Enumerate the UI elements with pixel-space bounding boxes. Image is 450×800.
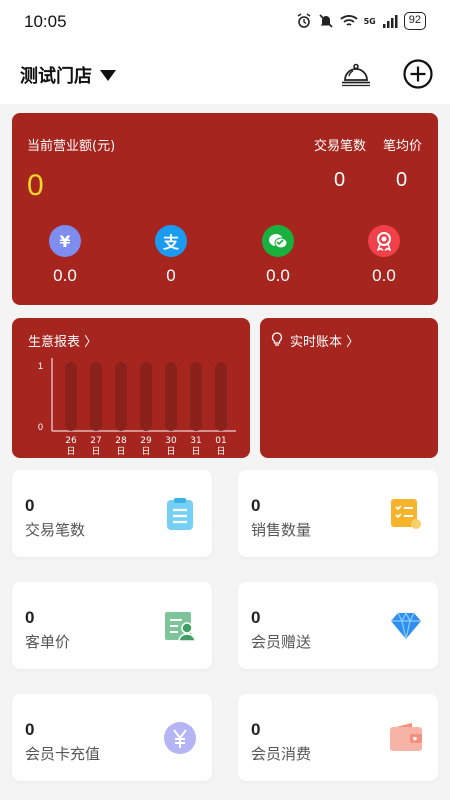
stat-card-unit-price[interactable]: 0 客单价 [12, 582, 212, 669]
payment-value: 0 [166, 266, 176, 285]
chart-bar-track [140, 362, 152, 431]
revenue-label: 当前营业额(元) [27, 139, 116, 154]
chart-x-tick-label: 31 [190, 436, 201, 446]
avg-price-value: 0 [396, 169, 408, 191]
customer-card-icon [165, 612, 196, 642]
alipay-icon: 支 [155, 225, 187, 257]
payment-value: 0.0 [53, 266, 77, 285]
chart-x-tick-label: 30 [165, 436, 177, 446]
chart-x-tick-unit: 日 [66, 446, 75, 457]
top-bar: 测试门店 [0, 44, 450, 104]
revenue-value: 0 [27, 169, 44, 202]
stat-label: 会员卡充值 [25, 745, 101, 763]
stat-value: 0 [251, 720, 261, 739]
stat-card-member-spend[interactable]: 0 会员消费 [238, 694, 438, 781]
stat-card-sales-qty[interactable]: 0 销售数量 [238, 470, 438, 557]
transactions-value: 0 [334, 169, 346, 191]
chart-bar-track [90, 362, 102, 431]
chart-x-tick-label: 28 [115, 436, 127, 446]
alarm-icon [297, 13, 310, 28]
stat-card-transactions[interactable]: 0 交易笔数 [12, 470, 212, 557]
diamond-icon [391, 611, 421, 640]
chart-bar-track [215, 362, 227, 431]
store-name: 测试门店 [20, 66, 92, 87]
chart-bar-track [165, 362, 177, 431]
stat-value: 0 [25, 608, 35, 627]
chart-x-tick-unit: 日 [116, 446, 125, 457]
chart-bar-track [190, 362, 202, 431]
chart-y-tick-label: 1 [38, 361, 43, 371]
transactions-label: 交易笔数 [314, 139, 367, 154]
chart-bar-track [65, 362, 77, 431]
avg-price-label: 笔均价 [383, 139, 423, 154]
chart-y-tick-label: 0 [38, 422, 43, 432]
payment-alipay: 支 0 [136, 225, 206, 286]
checklist-icon [391, 499, 421, 529]
caret-down-icon [100, 69, 116, 81]
report-bar-chart: 1026日27日28日29日30日31日01日 [38, 358, 236, 457]
wifi-icon [340, 15, 358, 26]
revenue-card: 当前营业额(元) 0 交易笔数 笔均价 0 0 ¥ 0.0 支 0 0.0 0.… [12, 113, 438, 305]
list-doc-icon [167, 498, 193, 530]
add-circle-icon[interactable] [402, 58, 434, 90]
chart-x-tick-unit: 日 [191, 446, 200, 457]
signal-icon [382, 15, 398, 28]
stat-value: 0 [251, 496, 261, 515]
store-selector[interactable]: 测试门店 [20, 62, 116, 88]
stat-value: 0 [251, 608, 261, 627]
battery-indicator: 92 [403, 12, 426, 30]
payment-wechat: 0.0 [243, 225, 313, 286]
stat-label: 会员消费 [251, 745, 312, 763]
wechat-pay-icon [262, 225, 294, 257]
chart-x-tick-label: 01 [215, 436, 226, 446]
status-icons: 5G 92 [296, 12, 426, 30]
stat-label: 销售数量 [251, 521, 312, 539]
service-bell-icon[interactable] [340, 58, 372, 88]
chart-x-tick-label: 26 [65, 436, 77, 446]
network-label: 5G [363, 16, 376, 26]
mute-bell-icon [319, 14, 333, 28]
payment-value: 0.0 [372, 266, 396, 285]
chart-bar-track [115, 362, 127, 431]
chart-x-tick-unit: 日 [166, 446, 175, 457]
chart-x-tick-unit: 日 [141, 446, 150, 457]
badge-icon [368, 225, 400, 257]
status-time: 10:05 [24, 12, 67, 31]
chart-x-tick-unit: 日 [216, 446, 225, 457]
business-report-card[interactable]: 生意报表 〉 1 0 26 日 27 日 28 日 29 日 30 日 31 日 01 日 [12, 318, 250, 458]
stat-label: 会员赠送 [251, 633, 312, 651]
payment-badge: 0.0 [349, 225, 419, 286]
yuan-cash-icon: ¥ [49, 225, 81, 257]
stat-card-member-gift[interactable]: 0 会员赠送 [238, 582, 438, 669]
chart-x-tick-label: 29 [140, 436, 152, 446]
lightbulb-icon [271, 332, 283, 346]
realtime-ledger-card[interactable]: 实时账本 〉 [260, 318, 438, 458]
wallet-icon [390, 723, 422, 751]
payment-value: 0.0 [266, 266, 290, 285]
status-bar: 10:05 5G 92 [0, 0, 450, 44]
realtime-ledger-title[interactable]: 实时账本 〉 [290, 331, 359, 350]
chart-x-tick-unit: 日 [91, 446, 100, 457]
yuan-coin-icon [164, 722, 196, 754]
stat-value: 0 [25, 720, 35, 739]
stat-label: 客单价 [25, 633, 71, 651]
stat-label: 交易笔数 [25, 521, 86, 539]
payment-cash: ¥ 0.0 [30, 225, 100, 286]
chart-x-tick-label: 27 [90, 436, 101, 446]
stat-card-member-recharge[interactable]: 0 会员卡充值 [12, 694, 212, 781]
stat-value: 0 [25, 496, 35, 515]
